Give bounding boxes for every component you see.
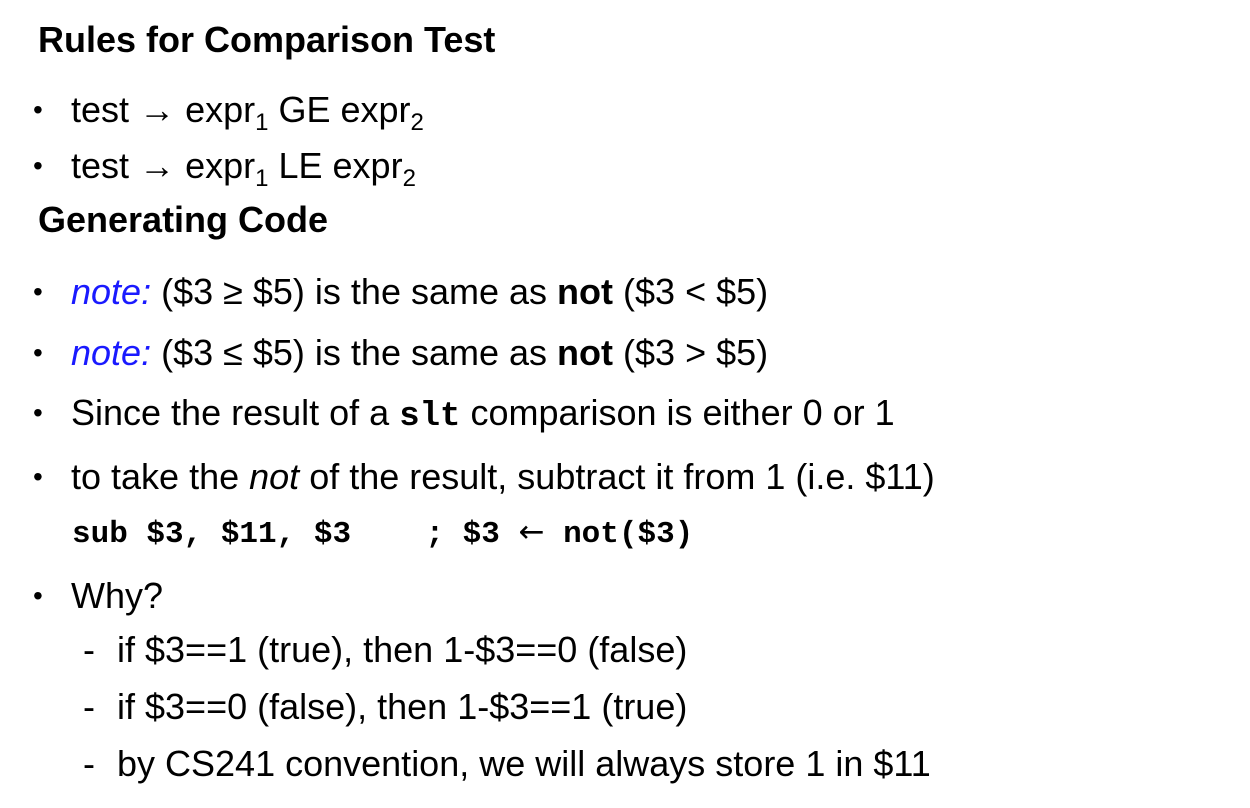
bullet-dot: • xyxy=(33,150,43,181)
rule-le: • test → expr1 LE expr2 xyxy=(33,145,416,192)
heading-generating-code: Generating Code xyxy=(38,199,329,240)
bullet-dot: • xyxy=(33,94,43,125)
bullet-dot: • xyxy=(33,580,43,611)
rule-ge: • test → expr1 GE expr2 xyxy=(33,89,424,136)
why-item: - if $3==1 (true), then 1-$3==0 (false) xyxy=(83,629,688,670)
not-bullet: • to take the not of the result, subtract… xyxy=(33,456,935,497)
slt-bullet: • Since the result of a slt comparison is… xyxy=(33,392,895,436)
note-ge: • note: ($3 ≥ $5) is the same as not ($3 … xyxy=(33,271,769,312)
slide: Rules for Comparison Test • test → expr1 … xyxy=(0,0,1250,808)
why-item: - by CS241 convention, we will always sto… xyxy=(83,743,931,784)
arrow-icon: → xyxy=(139,89,176,130)
bullet-dot: • xyxy=(33,276,43,307)
why-item: - if $3==0 (false), then 1-$3==1 (true) xyxy=(83,686,688,727)
note-le: • note: ($3 ≤ $5) is the same as not ($3 … xyxy=(33,332,769,373)
bullet-dot: • xyxy=(33,461,43,492)
bullet-dot: • xyxy=(33,337,43,368)
left-arrow-icon: ← xyxy=(518,514,545,550)
why-bullet: • Why? xyxy=(33,575,164,616)
heading-rules: Rules for Comparison Test xyxy=(38,19,496,60)
arrow-icon: → xyxy=(139,145,176,186)
code-line: sub $3, $11, $3 ; $3 ← not($3) xyxy=(72,514,694,552)
bullet-dot: • xyxy=(33,397,43,428)
